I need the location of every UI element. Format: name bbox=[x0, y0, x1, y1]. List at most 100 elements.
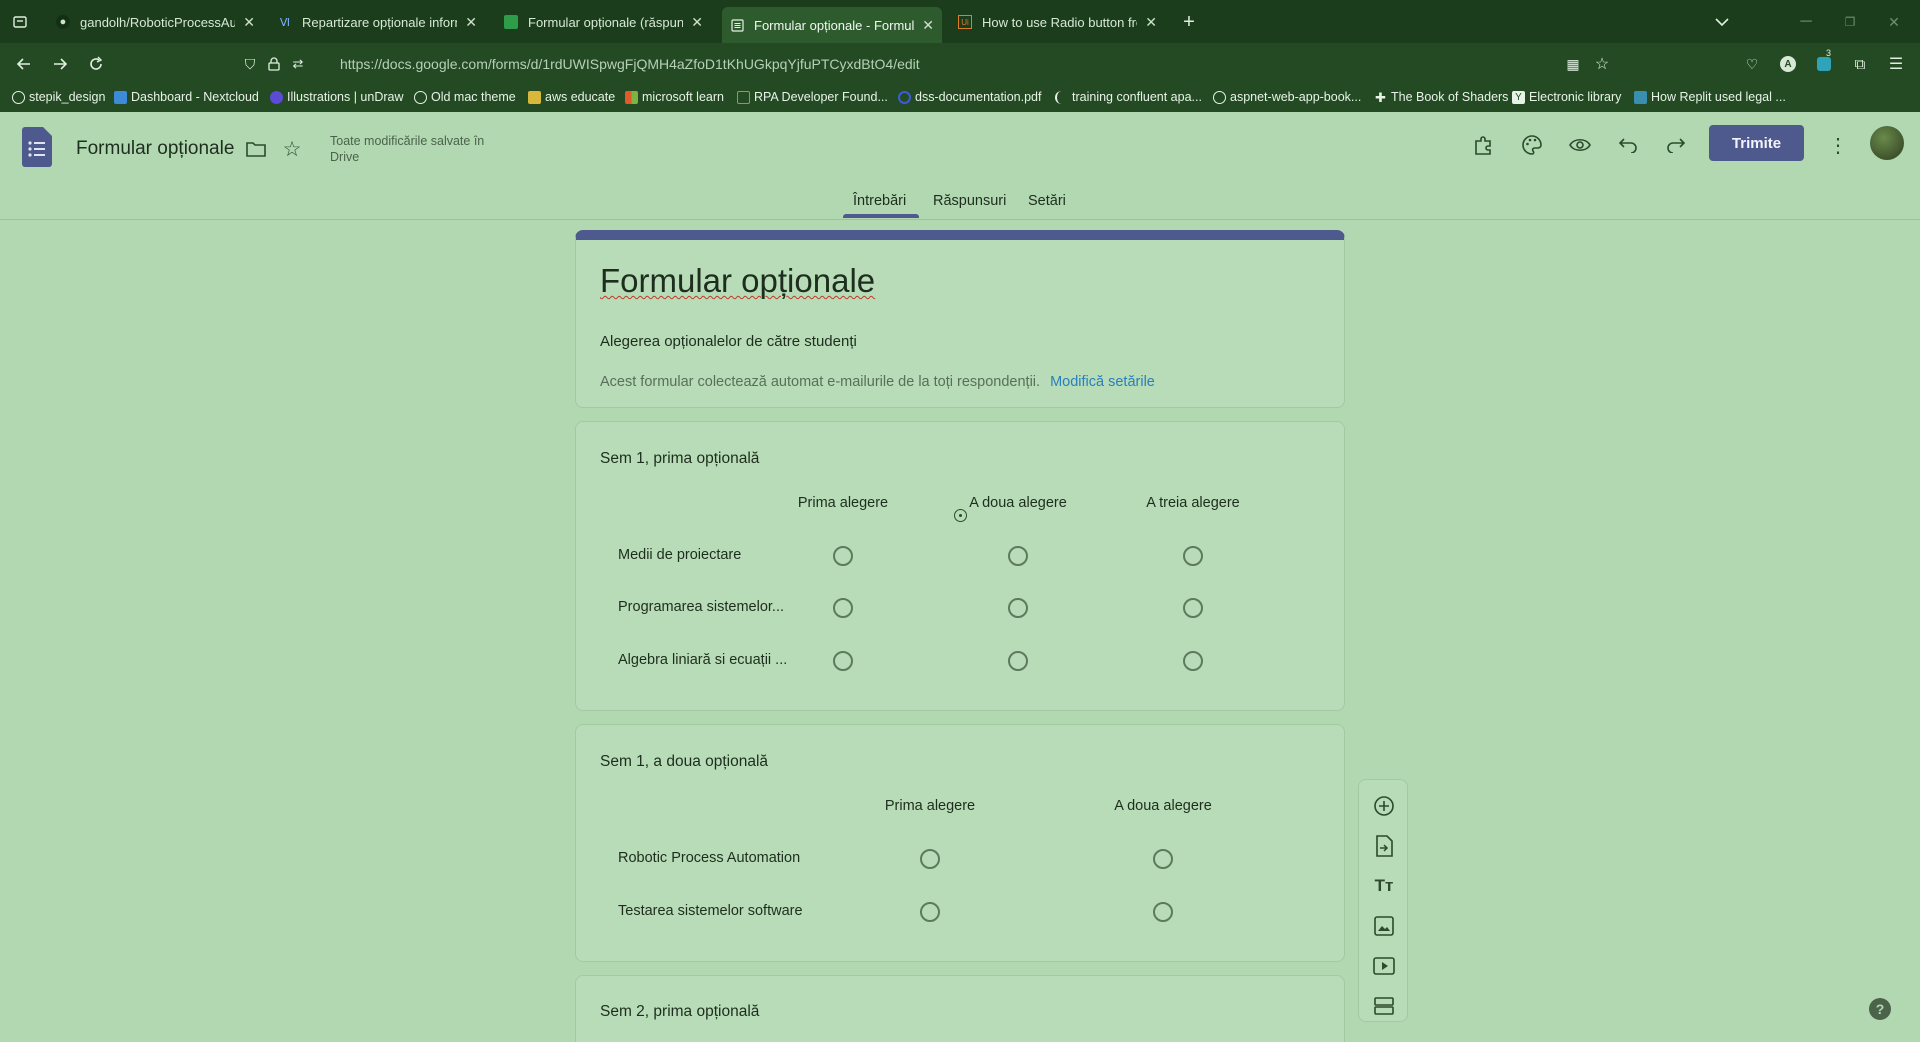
tab-sheets[interactable]: Formular opționale (răspunsuri ✕ bbox=[496, 7, 711, 37]
star-icon[interactable]: ☆ bbox=[280, 137, 304, 161]
bookmark-star-icon[interactable]: ☆ bbox=[1590, 52, 1614, 76]
shield-icon[interactable]: ⛉ bbox=[238, 52, 262, 76]
folder-icon bbox=[528, 90, 541, 104]
lock-icon[interactable] bbox=[262, 52, 286, 76]
bookmark-item[interactable]: dss-documentation.pdf bbox=[898, 90, 1041, 104]
tab-github[interactable]: ● gandolh/RoboticProcessAutom ✕ bbox=[48, 7, 263, 37]
bookmark-item[interactable]: Dashboard - Nextcloud bbox=[114, 90, 259, 104]
bookmark-item[interactable]: How Replit used legal ... bbox=[1634, 90, 1786, 104]
close-tab-icon[interactable]: ✕ bbox=[1145, 14, 1157, 31]
list-all-tabs-icon[interactable] bbox=[1710, 10, 1734, 34]
restore-icon[interactable]: ❐ bbox=[1838, 10, 1862, 34]
active-tab-indicator bbox=[843, 214, 919, 218]
extension-badge-count: 3 bbox=[1826, 48, 1832, 58]
add-section-icon[interactable] bbox=[1372, 994, 1396, 1018]
help-icon[interactable]: ? bbox=[1869, 998, 1891, 1020]
question-title[interactable]: Sem 1, a doua opțională bbox=[600, 753, 768, 771]
radio-button[interactable] bbox=[1008, 546, 1028, 566]
preview-eye-icon[interactable] bbox=[1566, 131, 1594, 159]
browser-tab-bar: ● gandolh/RoboticProcessAutom ✕ Ⅵ Repart… bbox=[0, 0, 1920, 43]
close-window-icon[interactable]: ✕ bbox=[1882, 10, 1906, 34]
radio-button[interactable] bbox=[920, 849, 940, 869]
form-header-card[interactable]: Formular opționale Alegerea opționalelor… bbox=[575, 230, 1345, 408]
close-tab-icon[interactable]: ✕ bbox=[922, 17, 934, 34]
user-avatar[interactable] bbox=[1870, 126, 1904, 160]
tab-forms-active[interactable]: Formular opționale - Formulare ✕ bbox=[722, 7, 942, 43]
add-image-icon[interactable] bbox=[1372, 914, 1396, 938]
tab-responses[interactable]: Răspunsuri bbox=[933, 193, 1006, 209]
undo-icon[interactable] bbox=[1614, 131, 1642, 159]
bookmark-item[interactable]: Y Electronic library bbox=[1512, 90, 1621, 104]
question-card[interactable]: Sem 1, a doua opțională Prima alegere A … bbox=[575, 724, 1345, 962]
bookmark-item[interactable]: stepik_design bbox=[12, 90, 105, 104]
redo-icon[interactable] bbox=[1662, 131, 1690, 159]
radio-button[interactable] bbox=[833, 651, 853, 671]
bookmark-item[interactable]: microsoft learn bbox=[625, 90, 724, 104]
bookmark-item[interactable]: RPA Developer Found... bbox=[737, 90, 888, 104]
qr-code-icon[interactable]: ▦ bbox=[1561, 52, 1585, 76]
tab-repartizare[interactable]: Ⅵ Repartizare opționale informati ✕ bbox=[270, 7, 485, 37]
radio-button[interactable] bbox=[1153, 902, 1173, 922]
close-tab-icon[interactable]: ✕ bbox=[465, 14, 477, 31]
palette-icon[interactable] bbox=[1518, 131, 1546, 159]
back-icon[interactable] bbox=[12, 52, 36, 76]
form-description[interactable]: Alegerea opționalelor de către studenți bbox=[600, 333, 857, 350]
radio-button[interactable] bbox=[1183, 598, 1203, 618]
radio-button[interactable] bbox=[1183, 651, 1203, 671]
send-button[interactable]: Trimite bbox=[1709, 125, 1804, 161]
menu-icon[interactable]: ☰ bbox=[1884, 52, 1908, 76]
add-ons-icon[interactable] bbox=[1470, 131, 1498, 159]
tab-title: Repartizare opționale informati bbox=[302, 14, 457, 30]
bookmark-item[interactable]: Illustrations | unDraw bbox=[270, 90, 404, 104]
pocket-icon[interactable]: ♡ bbox=[1740, 52, 1764, 76]
document-title[interactable]: Formular opționale bbox=[76, 138, 234, 160]
bookmark-item[interactable]: training confluent apa... bbox=[1055, 90, 1202, 104]
tab-settings[interactable]: Setări bbox=[1028, 193, 1066, 209]
permissions-icon[interactable]: ⇄ bbox=[286, 52, 310, 76]
bookmark-item[interactable]: aws educate bbox=[528, 90, 615, 104]
sheets-icon bbox=[504, 15, 518, 29]
extensions-icon[interactable]: ⧉ bbox=[1848, 52, 1872, 76]
pdf-icon bbox=[898, 90, 911, 104]
close-tab-icon[interactable]: ✕ bbox=[691, 14, 703, 31]
add-title-icon[interactable]: Tт bbox=[1372, 874, 1396, 898]
bookmark-item[interactable]: aspnet-web-app-book... bbox=[1213, 90, 1361, 104]
question-card[interactable]: Sem 2, prima opțională bbox=[575, 975, 1345, 1042]
tab-overview-icon[interactable] bbox=[8, 10, 32, 34]
microsoft-icon bbox=[625, 90, 638, 104]
add-question-icon[interactable] bbox=[1372, 794, 1396, 818]
change-settings-link[interactable]: Modifică setările bbox=[1050, 374, 1155, 390]
google-forms-logo-icon[interactable] bbox=[22, 127, 52, 167]
reload-icon[interactable] bbox=[84, 52, 108, 76]
account-icon[interactable]: A bbox=[1776, 52, 1800, 76]
add-video-icon[interactable] bbox=[1372, 954, 1396, 978]
radio-button[interactable] bbox=[1153, 849, 1173, 869]
more-options-icon[interactable]: ⋮ bbox=[1824, 131, 1852, 159]
new-tab-icon[interactable]: + bbox=[1177, 10, 1201, 34]
form-title[interactable]: Formular opționale bbox=[600, 262, 875, 300]
bookmark-item[interactable]: Old mac theme bbox=[414, 90, 516, 104]
url-text[interactable]: https://docs.google.com/forms/d/1rdUWISp… bbox=[340, 56, 920, 72]
import-questions-icon[interactable] bbox=[1372, 834, 1396, 858]
radio-button[interactable] bbox=[833, 546, 853, 566]
close-tab-icon[interactable]: ✕ bbox=[243, 14, 255, 31]
radio-button[interactable] bbox=[1008, 651, 1028, 671]
radio-button[interactable] bbox=[920, 902, 940, 922]
question-title[interactable]: Sem 1, prima opțională bbox=[600, 450, 759, 468]
radio-button[interactable] bbox=[1183, 546, 1203, 566]
radio-button[interactable] bbox=[1008, 598, 1028, 618]
question-card[interactable]: Sem 1, prima opțională Prima alegere A d… bbox=[575, 421, 1345, 711]
minimize-icon[interactable]: ─ bbox=[1794, 10, 1818, 34]
move-to-folder-icon[interactable] bbox=[244, 137, 268, 161]
radio-button[interactable] bbox=[833, 598, 853, 618]
extension-badge-icon[interactable]: 3 bbox=[1812, 48, 1836, 76]
forward-icon[interactable] bbox=[48, 52, 72, 76]
grid-row-label: Medii de proiectare bbox=[618, 547, 742, 563]
bookmark-item[interactable]: ✚ The Book of Shaders bbox=[1374, 90, 1508, 104]
question-title[interactable]: Sem 2, prima opțională bbox=[600, 1003, 759, 1021]
tab-uipath[interactable]: Ui How to use Radio button from ✕ bbox=[950, 7, 1165, 37]
grid-row-label: Testarea sistemelor software bbox=[618, 903, 803, 919]
grid-column-header: A doua alegere bbox=[969, 495, 1067, 511]
globe-icon bbox=[1213, 90, 1226, 104]
tab-questions[interactable]: Întrebări bbox=[853, 193, 906, 209]
